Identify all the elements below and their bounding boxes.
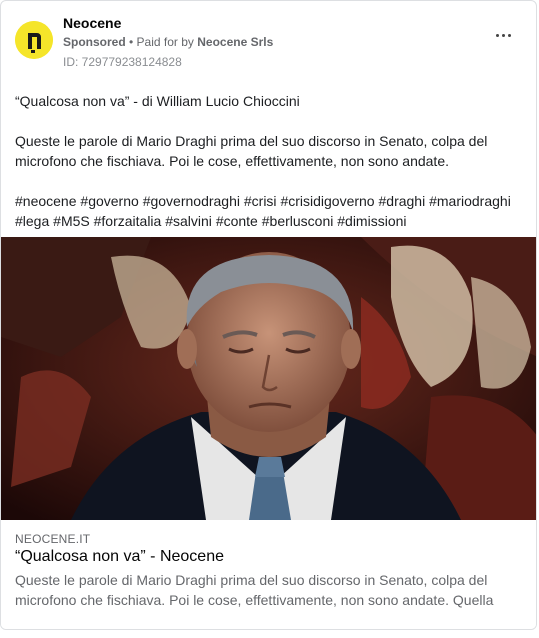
- more-options-icon[interactable]: [494, 29, 514, 43]
- advertiser-name[interactable]: Neocene Srls: [197, 35, 273, 49]
- post-title-line: “Qualcosa non va” - di William Lucio Chi…: [15, 93, 300, 109]
- hashtag[interactable]: #neocene: [15, 193, 77, 209]
- link-preview[interactable]: NEOCENE.IT “Qualcosa non va” - Neocene Q…: [1, 520, 536, 629]
- paid-for-by-label: Paid for by: [136, 35, 198, 49]
- neocene-logo-icon[interactable]: [15, 21, 53, 59]
- sponsored-label: Sponsored: [63, 35, 126, 49]
- ad-header: Neocene Sponsored • Paid for by Neocene …: [1, 1, 536, 81]
- hashtag[interactable]: #M5S: [53, 213, 90, 229]
- photo-man-painting-background: [1, 237, 536, 520]
- hashtag[interactable]: #draghi: [379, 193, 426, 209]
- link-description: Queste le parole di Mario Draghi prima d…: [15, 572, 494, 608]
- hashtag[interactable]: #salvini: [165, 213, 212, 229]
- hashtag[interactable]: #forzaitalia: [94, 213, 162, 229]
- hashtag[interactable]: #berlusconi: [262, 213, 334, 229]
- hashtag[interactable]: #crisidigoverno: [280, 193, 374, 209]
- post-body: Queste le parole di Mario Draghi prima d…: [15, 133, 488, 169]
- hashtag[interactable]: #crisi: [244, 193, 277, 209]
- hashtag-list: #neocene #governo #governodraghi #crisi …: [15, 191, 525, 231]
- separator: •: [125, 35, 137, 49]
- ad-card: Neocene Sponsored • Paid for by Neocene …: [0, 0, 537, 630]
- sponsor-line: Sponsored • Paid for by Neocene Srls: [63, 35, 273, 49]
- hashtag[interactable]: #governodraghi: [143, 193, 240, 209]
- post-image[interactable]: [1, 237, 536, 520]
- link-title[interactable]: “Qualcosa non va” - Neocene: [15, 548, 224, 566]
- hashtag[interactable]: #conte: [216, 213, 258, 229]
- hashtag[interactable]: #lega: [15, 213, 49, 229]
- link-domain: NEOCENE.IT: [15, 532, 91, 546]
- post-text: “Qualcosa non va” - di William Lucio Chi…: [15, 91, 525, 231]
- page-name[interactable]: Neocene: [63, 15, 121, 31]
- hashtag[interactable]: #mariodraghi: [429, 193, 511, 209]
- hashtag[interactable]: #dimissioni: [337, 213, 406, 229]
- hashtag[interactable]: #governo: [80, 193, 138, 209]
- ad-id: ID: 729779238124828: [63, 55, 182, 69]
